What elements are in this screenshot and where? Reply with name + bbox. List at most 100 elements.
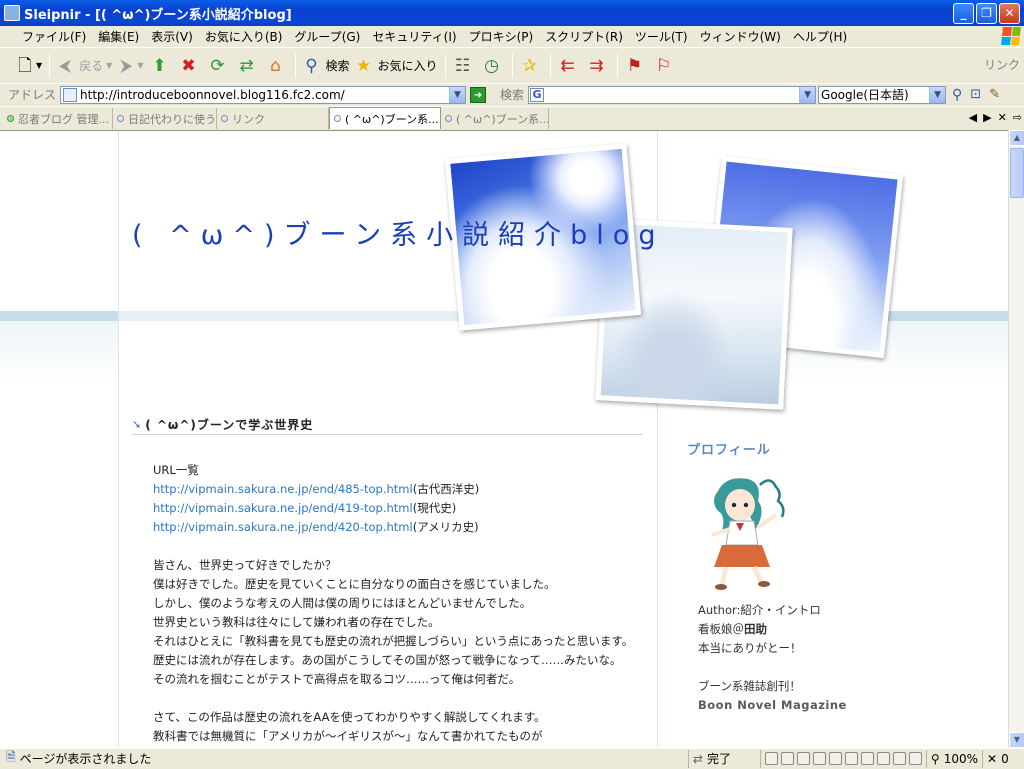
vertical-scrollbar[interactable]: ▲ ▼ <box>1008 130 1024 748</box>
tab-menu-icon[interactable]: ⇨ <box>1013 111 1022 124</box>
tab-2[interactable]: 日記代わりに使う... <box>113 108 217 129</box>
menu-help[interactable]: ヘルプ(H) <box>787 28 853 45</box>
add-star-icon: ✰ <box>522 55 537 76</box>
favorites-button[interactable]: ★ お気に入り <box>353 52 438 80</box>
forward-button[interactable]: ⮞ ▼ <box>115 52 143 80</box>
search-go-icon[interactable]: ⚲ <box>952 87 962 103</box>
links-label[interactable]: リンク <box>984 56 1020 73</box>
main-toolbar: 🗋 ▼ ⮜ 戻る ▼ ⮞ ▼ ⬆ ✖ ⟳ ⇄ ⌂ ⚲ 検索 ★ お気に入り ☷ ◷ ✰ ⇇ … <box>0 47 1024 83</box>
search-engine-select[interactable]: Google(日本語) ▼ <box>818 85 947 104</box>
scroll-down-icon[interactable]: ▼ <box>1009 732 1024 748</box>
tab-1[interactable]: 忍者ブログ 管理... <box>3 108 113 129</box>
favorites-star-icon: ★ <box>355 55 372 76</box>
script-toggle-icon[interactable] <box>780 752 794 765</box>
menu-edit[interactable]: 編集(E) <box>92 28 145 45</box>
tab-next-icon[interactable]: ▶ <box>983 111 991 124</box>
tree-view-button[interactable]: ☷ <box>450 52 476 80</box>
page-icon <box>63 87 78 102</box>
menu-script[interactable]: スクリプト(R) <box>539 28 629 45</box>
translate-en-button[interactable]: ⚑ <box>622 52 648 80</box>
home-button[interactable]: ⌂ <box>262 52 288 80</box>
up-button[interactable]: ⬆ <box>146 52 172 80</box>
blog-title[interactable]: ( ^ω^)ブーン系小説紹介blog <box>132 213 664 252</box>
address-input[interactable]: http://introduceboonnovel.blog116.fc2.co… <box>60 85 467 104</box>
entry-title[interactable]: ( ^ω^)ブーンで学ぶ世界史 <box>145 416 313 433</box>
menu-view[interactable]: 表示(V) <box>145 28 199 45</box>
search-input[interactable]: G ▼ <box>528 85 817 104</box>
sleipnir-app-icon[interactable] <box>4 5 20 21</box>
stop-button[interactable]: ✖ <box>175 52 201 80</box>
entry-text-line: 世界史という教科は往々にして嫌われ者の存在でした。 <box>153 615 440 629</box>
search-page-icon[interactable]: ⊡ <box>970 87 981 102</box>
scroll-up-icon[interactable]: ▲ <box>1009 130 1024 146</box>
profile-magazine-link[interactable]: Boon Novel Magazine <box>698 696 847 715</box>
entry-url-line: http://vipmain.sakura.ne.jp/end/420-top.… <box>153 518 643 537</box>
image-toggle-icon[interactable] <box>764 752 778 765</box>
tab-5[interactable]: ( ^ω^)ブーン系... <box>441 108 549 129</box>
search-button[interactable]: ⚲ 検索 <box>300 52 349 80</box>
menu-proxy[interactable]: プロキシ(P) <box>463 28 540 45</box>
tab-favicon-icon <box>7 115 14 122</box>
window-titlebar[interactable]: Sleipnir - [( ^ω^)ブーン系小説紹介blog] _ ❐ ✕ <box>0 0 1024 26</box>
google-icon: G <box>530 87 545 102</box>
tab-4-active[interactable]: ( ^ω^)ブーン系... <box>329 107 441 129</box>
menu-tools[interactable]: ツール(T) <box>629 28 694 45</box>
block-count-cell: ✕ 0 <box>982 749 1024 768</box>
go-button[interactable]: ➜ <box>470 86 487 103</box>
new-page-button[interactable]: 🗋 ▼ <box>14 52 42 80</box>
proxy-toggle-icon[interactable] <box>892 752 906 765</box>
restore-button[interactable]: ❐ <box>976 2 997 24</box>
reload-all-button[interactable]: ⇄ <box>233 52 259 80</box>
scroll-thumb[interactable] <box>1010 148 1024 198</box>
search-dropdown-icon[interactable]: ▼ <box>799 86 816 103</box>
forward-arrow-icon: ⮞ <box>120 55 133 76</box>
entry-url-link[interactable]: http://vipmain.sakura.ne.jp/end/419-top.… <box>153 501 413 515</box>
home-icon: ⌂ <box>270 55 281 76</box>
progress-icon: ⇄ <box>692 751 703 766</box>
entry-text-line: 僕は好きでした。歴史を見ていくことに自分なりの面白さを感じていました。 <box>153 577 556 591</box>
java-toggle-icon[interactable] <box>796 752 810 765</box>
menu-window[interactable]: ウィンドウ(W) <box>694 28 787 45</box>
up-arrow-icon: ⬆ <box>152 55 167 76</box>
entry-url-line: http://vipmain.sakura.ne.jp/end/419-top.… <box>153 499 643 518</box>
print-icon[interactable] <box>908 752 922 765</box>
entry-url-line: http://vipmain.sakura.ne.jp/end/485-top.… <box>153 480 643 499</box>
video-toggle-icon[interactable] <box>860 752 874 765</box>
close-button[interactable]: ✕ <box>999 2 1020 24</box>
tab-close-icon[interactable]: ✕ <box>998 111 1007 124</box>
reload-button[interactable]: ⟳ <box>204 52 230 80</box>
entry-url-link[interactable]: http://vipmain.sakura.ne.jp/end/420-top.… <box>153 520 413 534</box>
menu-group[interactable]: グループ(G) <box>288 28 366 45</box>
cookie-toggle-icon[interactable] <box>876 752 890 765</box>
page-viewport[interactable]: ( ^ω^)ブーン系小説紹介blog ➘ ( ^ω^)ブーンで学ぶ世界史 URL… <box>0 130 1008 748</box>
stop-icon: ✖ <box>181 55 196 76</box>
tab-prev-icon[interactable]: ◀ <box>969 111 977 124</box>
popup-block-icon[interactable] <box>828 752 842 765</box>
close-right-tabs-button[interactable]: ⇉ <box>584 52 610 80</box>
activex-toggle-icon[interactable] <box>812 752 826 765</box>
tab-3[interactable]: リンク <box>217 108 329 129</box>
minimize-button[interactable]: _ <box>953 2 974 24</box>
add-favorite-button[interactable]: ✰ <box>517 52 543 80</box>
engine-dropdown-icon[interactable]: ▼ <box>929 86 946 103</box>
sound-toggle-icon[interactable] <box>844 752 858 765</box>
tree-icon: ☷ <box>454 55 471 76</box>
profile-thanks: 本当にありがとー！ <box>698 641 802 655</box>
toolbar-separator <box>295 53 297 78</box>
zoom-cell[interactable]: ⚲ 100% <box>925 749 982 768</box>
highlight-icon[interactable]: ✎ <box>989 87 1000 102</box>
page-status-icon: 🗎 <box>6 750 16 764</box>
history-button[interactable]: ◷ <box>479 52 505 80</box>
close-left-tabs-button[interactable]: ⇇ <box>555 52 581 80</box>
menu-favorites[interactable]: お気に入り(B) <box>199 28 289 45</box>
zoom-icon: ⚲ <box>930 751 940 766</box>
address-dropdown-icon[interactable]: ▼ <box>449 86 466 103</box>
entry-url-link[interactable]: http://vipmain.sakura.ne.jp/end/485-top.… <box>153 482 413 496</box>
back-button[interactable]: ⮜ 戻る ▼ <box>54 52 112 80</box>
zoom-value: 100% <box>943 751 978 766</box>
menu-security[interactable]: セキュリティ(I) <box>366 28 462 45</box>
menu-file[interactable]: ファイル(F) <box>16 28 92 45</box>
block-x-icon: ✕ <box>987 751 998 766</box>
entry-url-note: (アメリカ史) <box>412 520 479 534</box>
translate-jp-button[interactable]: ⚐ <box>651 52 677 80</box>
